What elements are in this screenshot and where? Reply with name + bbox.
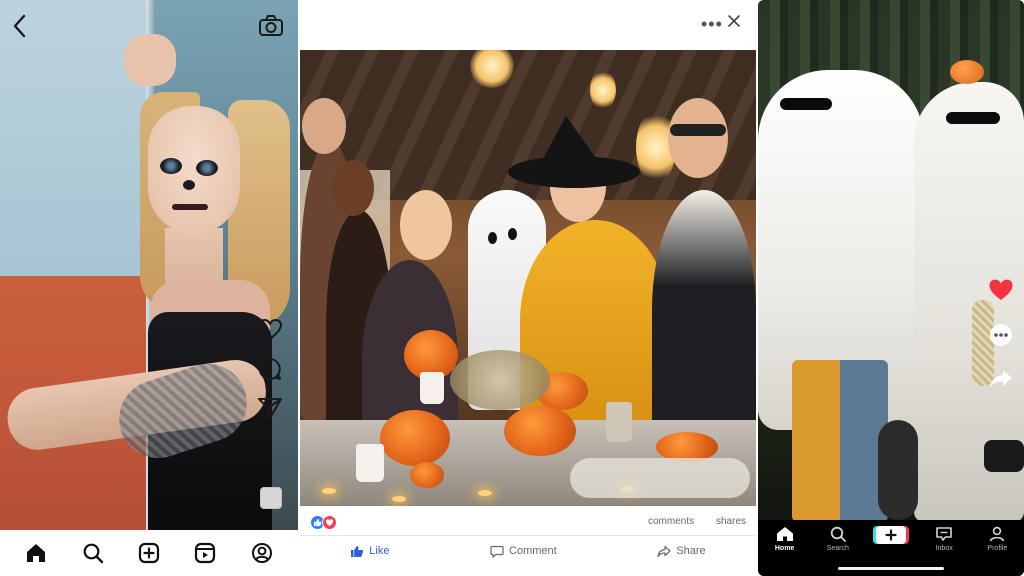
camera-icon[interactable] bbox=[258, 14, 284, 43]
back-arrow-icon[interactable] bbox=[10, 12, 30, 45]
comment-label: Comment bbox=[509, 545, 557, 557]
left-eye bbox=[160, 158, 182, 174]
tab-profile[interactable]: Profile bbox=[977, 526, 1017, 552]
share-button[interactable]: Share bbox=[657, 545, 706, 558]
facebook-post-panel: ••• comments shares Like Comment Share bbox=[300, 0, 756, 576]
create-plus-icon bbox=[875, 526, 906, 544]
pumpkin bbox=[380, 410, 450, 466]
head-with-sunglasses bbox=[668, 98, 728, 178]
post-photo[interactable] bbox=[0, 0, 298, 530]
tab-home[interactable]: Home bbox=[765, 526, 805, 552]
tab-profile-label: Profile bbox=[987, 545, 1008, 552]
comment-icon bbox=[490, 545, 504, 558]
hand-on-wall bbox=[124, 34, 176, 86]
reaction-summary[interactable] bbox=[310, 515, 337, 530]
tire bbox=[878, 420, 918, 520]
mouth bbox=[172, 204, 208, 210]
person-vampire bbox=[652, 190, 756, 430]
home-icon bbox=[776, 527, 793, 541]
pumpkin bbox=[504, 406, 576, 456]
candle bbox=[392, 496, 406, 502]
right-eye bbox=[196, 160, 218, 176]
sunglasses bbox=[780, 98, 832, 110]
tab-search[interactable]: Search bbox=[818, 526, 858, 552]
thumbs-up-icon bbox=[351, 545, 364, 557]
avatar[interactable] bbox=[260, 487, 282, 509]
more-options-icon[interactable]: ••• bbox=[701, 14, 723, 35]
head bbox=[302, 98, 346, 154]
pendant-lamp bbox=[590, 70, 616, 110]
sunglasses bbox=[670, 124, 726, 136]
cobweb-decoration bbox=[570, 458, 750, 498]
like-label: Like bbox=[369, 545, 390, 557]
candle bbox=[322, 488, 336, 494]
share-arrow-icon bbox=[657, 545, 671, 557]
video-side-actions bbox=[988, 278, 1014, 395]
profile-icon[interactable] bbox=[246, 537, 278, 569]
tab-create[interactable] bbox=[871, 526, 911, 544]
share-arrow-icon[interactable] bbox=[988, 368, 1014, 395]
tab-inbox[interactable]: Inbox bbox=[924, 526, 964, 552]
legs bbox=[792, 360, 888, 522]
home-icon[interactable] bbox=[20, 537, 52, 569]
paper-plane-icon[interactable] bbox=[257, 396, 283, 420]
sneaker bbox=[984, 440, 1024, 472]
comment-bubble-icon[interactable] bbox=[257, 356, 283, 382]
painted-nose bbox=[183, 180, 195, 190]
candle bbox=[478, 490, 492, 496]
create-plus-icon[interactable] bbox=[133, 537, 165, 569]
tiktok-video-panel: Home Search Inbox Profile bbox=[758, 0, 1024, 576]
ghost-eye bbox=[508, 228, 517, 240]
video-frame[interactable] bbox=[758, 0, 1024, 522]
post-meta: comments shares bbox=[300, 506, 756, 536]
post-photo[interactable] bbox=[300, 50, 756, 506]
comments-count-link[interactable]: comments bbox=[648, 516, 694, 527]
post-actions: Like Comment Share bbox=[300, 536, 756, 566]
ghost-cup bbox=[356, 444, 384, 482]
more-options-icon[interactable] bbox=[989, 323, 1013, 352]
heart-outline-icon[interactable] bbox=[257, 318, 283, 342]
glass bbox=[606, 402, 632, 442]
bottom-spacer bbox=[300, 566, 756, 576]
bottom-navigation bbox=[0, 530, 298, 576]
witch-hat bbox=[508, 116, 640, 188]
head bbox=[332, 160, 374, 216]
profile-icon bbox=[990, 526, 1005, 542]
love-reaction-icon bbox=[322, 515, 337, 530]
share-label: Share bbox=[676, 545, 706, 557]
tab-search-label: Search bbox=[826, 545, 849, 552]
dried-flowers bbox=[450, 350, 550, 410]
post-side-actions bbox=[257, 318, 283, 420]
ghost-cup bbox=[420, 372, 444, 404]
pumpkin bbox=[950, 60, 984, 84]
blonde-head bbox=[400, 190, 452, 260]
post-header: ••• bbox=[300, 0, 756, 50]
reels-icon[interactable] bbox=[189, 537, 221, 569]
tab-inbox-label: Inbox bbox=[935, 545, 953, 552]
sunglasses bbox=[946, 112, 1000, 124]
home-indicator bbox=[838, 567, 944, 570]
search-icon[interactable] bbox=[77, 537, 109, 569]
search-icon bbox=[830, 526, 846, 542]
ghost-eye bbox=[488, 232, 497, 244]
heart-filled-icon[interactable] bbox=[988, 278, 1014, 307]
shares-count-link[interactable]: shares bbox=[716, 516, 746, 527]
close-icon[interactable] bbox=[727, 14, 741, 33]
small-pumpkin bbox=[410, 462, 444, 488]
inbox-icon bbox=[936, 527, 952, 541]
tab-home-label: Home bbox=[774, 545, 795, 552]
instagram-post-panel bbox=[0, 0, 298, 576]
like-button[interactable]: Like bbox=[350, 545, 389, 558]
comment-button[interactable]: Comment bbox=[490, 545, 557, 558]
three-app-collage: ••• comments shares Like Comment Share H… bbox=[0, 0, 1024, 576]
